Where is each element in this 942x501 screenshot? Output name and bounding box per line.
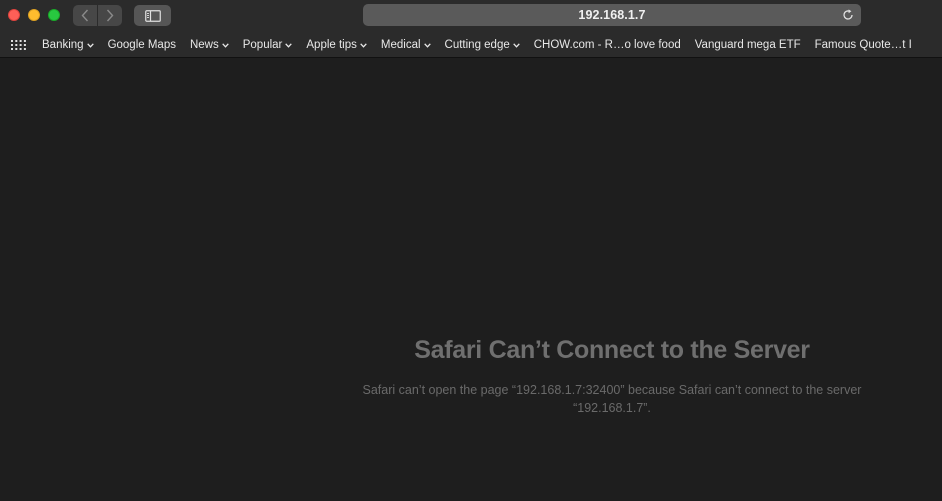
maximize-window-button[interactable] [48,9,60,21]
chevron-left-icon [81,9,89,22]
page-content: Safari Can’t Connect to the Server Safar… [0,58,942,501]
minimize-window-button[interactable] [28,9,40,21]
bookmark-label: Apple tips [306,39,357,51]
bookmark-label: Cutting edge [444,39,510,51]
bookmark-folder[interactable]: Banking [42,39,94,51]
bookmark-folder[interactable]: Medical [381,39,431,51]
reload-icon [843,9,853,20]
grid-icon[interactable] [11,40,26,50]
sidebar-icon [144,9,161,22]
address-text: 192.168.1.7 [578,8,646,22]
bookmark-label: Medical [380,39,421,51]
chevron-down-icon [285,42,293,48]
toolbar: 192.168.1.7 [0,0,942,33]
chevron-down-icon [512,42,520,48]
bookmark-item[interactable]: CHOW.com - R…o love food [534,39,681,51]
chevron-right-icon [106,9,114,22]
error-container: Safari Can’t Connect to the Server Safar… [357,336,867,417]
bookmark-label: CHOW.com - R…o love food [533,39,681,51]
chevron-down-icon [86,42,94,48]
error-title: Safari Can’t Connect to the Server [414,336,810,364]
chevron-down-icon [221,42,229,48]
bookmark-list: Banking Google Maps News Popular Apple tips M… [42,33,926,57]
bookmark-item[interactable]: Google Maps [108,39,176,51]
bookmark-label: Banking [42,39,84,51]
address-bar[interactable]: 192.168.1.7 [363,4,861,26]
bookmark-item[interactable]: Vanguard mega ETF [695,39,801,51]
bookmark-item[interactable]: Famous Quote…t I [815,39,912,51]
bookmark-folder[interactable]: News [190,39,229,51]
browser-window: 192.168.1.7 Banking Google Maps News Popula… [0,0,942,501]
bookmark-folder[interactable]: Cutting edge [445,39,520,51]
bookmark-label: Google Maps [107,39,176,51]
bookmark-label: Famous Quote…t I [814,39,912,51]
reload-button[interactable] [840,7,856,23]
chevron-down-icon [360,42,367,48]
bookmark-label: News [189,39,219,51]
bookmark-label: Popular [242,39,283,51]
bookmarks-bar: Banking Google Maps News Popular Apple tips M… [0,33,942,58]
back-button[interactable] [73,5,97,26]
bookmark-label: Vanguard mega ETF [694,39,801,51]
bookmark-folder[interactable]: Popular [243,39,293,51]
sidebar-toggle-button[interactable] [134,5,171,26]
error-message: Safari can’t open the page “192.168.1.7:… [362,383,862,415]
bookmark-folder[interactable]: Apple tips [306,39,367,51]
forward-button[interactable] [98,5,122,26]
close-window-button[interactable] [8,9,20,21]
chevron-down-icon [423,42,431,48]
